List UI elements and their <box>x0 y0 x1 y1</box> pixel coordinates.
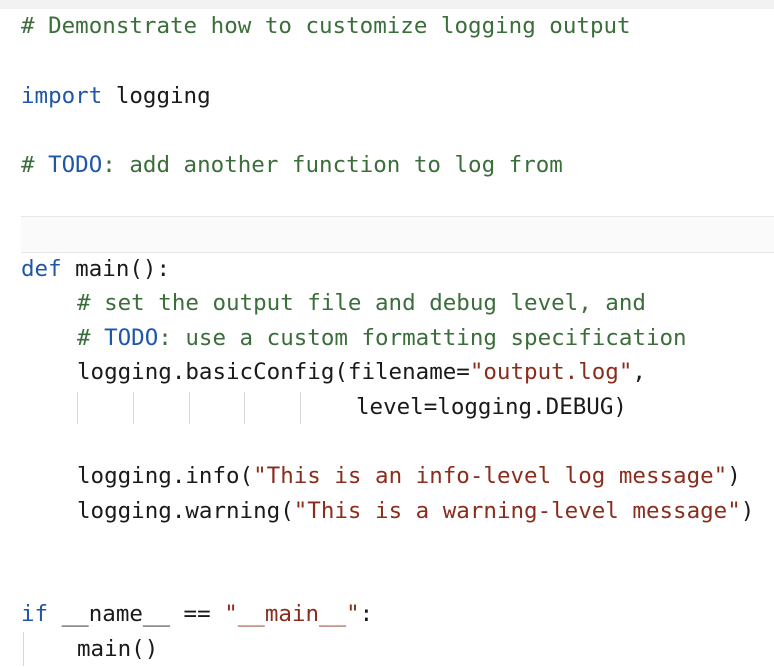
code-token: level=logging.DEBUG) <box>356 394 627 420</box>
code-token: "This is an info-level log message" <box>253 463 728 489</box>
code-line-comment-demo[interactable]: # Demonstrate how to customize logging o… <box>21 11 631 41</box>
code-token: ) <box>727 463 741 489</box>
indent-guide <box>77 392 78 424</box>
code-token: "__main__" <box>224 601 360 627</box>
indent-guide <box>300 392 301 424</box>
code-token: main() <box>77 636 159 662</box>
code-token: main(): <box>61 256 171 282</box>
code-token: ) <box>740 498 755 524</box>
code-token: logging.warning( <box>77 498 294 524</box>
code-token: if <box>21 601 49 627</box>
code-token: "This is a warning-level message" <box>293 498 741 524</box>
code-line-todo-add-function[interactable]: # TODO: add another function to log from <box>21 150 563 180</box>
code-token: logging.basicConfig(filename= <box>77 359 470 385</box>
code-token: logging <box>102 83 211 109</box>
code-token: logging.info( <box>77 463 254 489</box>
code-token: TODO <box>104 325 159 351</box>
code-token: # <box>21 152 49 178</box>
code-line-info-call[interactable]: logging.info("This is an info-level log … <box>77 461 741 491</box>
code-token: TODO <box>48 152 103 178</box>
code-line-main-call[interactable]: main() <box>77 634 158 664</box>
code-line-if-name-main[interactable]: if __name__ == "__main__": <box>21 599 373 629</box>
code-token: , <box>632 359 646 385</box>
code-line-def-main[interactable]: def main(): <box>21 254 170 284</box>
code-token: : use a custom formatting specification <box>158 325 687 351</box>
editor-top-edge <box>0 0 774 9</box>
code-token: : add another function to log from <box>102 152 563 178</box>
indent-guide <box>244 392 245 424</box>
code-token: "output.log" <box>469 359 633 385</box>
code-line-import-line[interactable]: import logging <box>21 81 211 111</box>
code-token: # Demonstrate how to customize logging o… <box>21 13 631 39</box>
code-token: : <box>359 601 374 627</box>
indent-guide <box>23 632 24 666</box>
code-line-comment-set-output[interactable]: # set the output file and debug level, a… <box>77 288 646 318</box>
code-token: # <box>77 325 105 351</box>
indent-guide <box>189 392 190 424</box>
current-line-highlight <box>21 216 774 253</box>
code-token: def <box>21 256 62 282</box>
code-line-level-arg[interactable]: level=logging.DEBUG) <box>356 392 627 422</box>
indent-guide <box>133 392 134 424</box>
code-line-warning-call[interactable]: logging.warning("This is a warning-level… <box>77 496 754 526</box>
code-token: # set the output file and debug level, a… <box>77 290 646 316</box>
code-token: __name__ == <box>48 601 225 627</box>
code-token: import <box>21 83 103 109</box>
code-line-todo-format-spec[interactable]: # TODO: use a custom formatting specific… <box>77 323 687 353</box>
code-line-basicconfig-call[interactable]: logging.basicConfig(filename="output.log… <box>77 357 646 387</box>
